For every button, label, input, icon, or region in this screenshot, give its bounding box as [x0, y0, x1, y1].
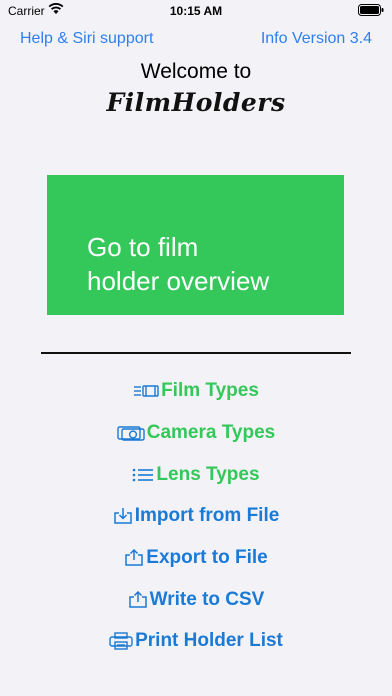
import-icon	[113, 507, 133, 525]
share-icon	[124, 549, 144, 567]
list-icon	[132, 467, 154, 483]
camera-types-label: Camera Types	[146, 422, 276, 443]
camera-icon	[117, 425, 145, 441]
film-holder-overview-button[interactable]: Go to film holder overview	[47, 175, 344, 315]
top-nav: Help & Siri support Info Version 3.4	[0, 30, 392, 52]
import-from-file-button[interactable]: Import from File	[0, 501, 392, 531]
info-version-link[interactable]: Info Version 3.4	[261, 30, 372, 48]
share-icon	[128, 591, 148, 609]
camera-types-button[interactable]: Camera Types	[0, 418, 392, 448]
export-label: Export to File	[146, 547, 268, 568]
film-icon	[133, 383, 159, 399]
print-holder-list-button[interactable]: Print Holder List	[0, 626, 392, 656]
lens-types-label: Lens Types	[156, 464, 260, 485]
printer-icon	[109, 632, 133, 650]
status-bar: Carrier 10:15 AM	[0, 0, 392, 22]
lens-types-button[interactable]: Lens Types	[0, 460, 392, 490]
write-to-csv-button[interactable]: Write to CSV	[0, 585, 392, 615]
film-types-label: Film Types	[161, 380, 259, 401]
export-to-file-button[interactable]: Export to File	[0, 543, 392, 573]
status-time: 10:15 AM	[169, 4, 223, 18]
divider	[41, 352, 351, 354]
import-label: Import from File	[134, 505, 280, 526]
button-label-line-2: holder overview	[87, 266, 270, 296]
button-label-line-1: Go to film	[87, 232, 199, 262]
battery-icon	[358, 4, 384, 16]
welcome-text: Welcome to	[140, 60, 252, 83]
csv-label: Write to CSV	[149, 589, 265, 610]
print-label: Print Holder List	[135, 630, 283, 651]
film-types-button[interactable]: Film Types	[0, 376, 392, 406]
help-siri-link[interactable]: Help & Siri support	[20, 30, 153, 48]
app-logo-text: FilmHolders	[106, 88, 286, 117]
